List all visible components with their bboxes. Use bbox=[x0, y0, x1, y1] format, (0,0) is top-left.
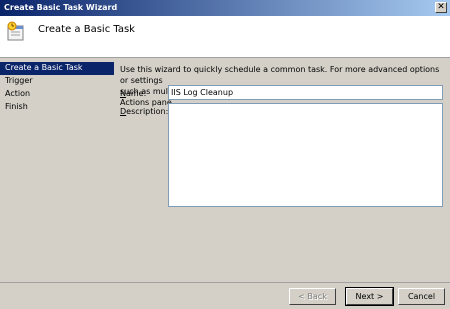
page-heading: Create a Basic Task bbox=[38, 24, 135, 35]
close-icon: ✕ bbox=[437, 2, 445, 12]
cancel-button[interactable]: Cancel bbox=[398, 288, 445, 305]
name-label: Name: bbox=[120, 89, 146, 98]
close-button[interactable]: ✕ bbox=[435, 2, 447, 13]
step-finish[interactable]: Finish bbox=[0, 101, 114, 114]
step-trigger[interactable]: Trigger bbox=[0, 75, 114, 88]
next-button[interactable]: Next > bbox=[345, 287, 394, 306]
description-label: Description: bbox=[120, 107, 168, 116]
back-button[interactable]: < Back bbox=[289, 288, 336, 305]
step-action[interactable]: Action bbox=[0, 88, 114, 101]
window-title: Create Basic Task Wizard bbox=[4, 3, 118, 12]
name-input[interactable] bbox=[168, 85, 443, 100]
description-textarea[interactable] bbox=[168, 103, 443, 207]
wizard-steps: Create a Basic Task Trigger Action Finis… bbox=[0, 62, 114, 114]
description-label-text: escription: bbox=[126, 107, 169, 116]
task-clock-icon bbox=[6, 21, 28, 43]
wizard-header: Create a Basic Task bbox=[0, 16, 450, 58]
name-label-text: ame: bbox=[125, 89, 147, 98]
footer-divider bbox=[0, 282, 450, 283]
wizard-window: Create Basic Task Wizard ✕ Create a Basi… bbox=[0, 0, 450, 309]
step-create-basic-task[interactable]: Create a Basic Task bbox=[0, 62, 114, 75]
title-bar[interactable]: Create Basic Task Wizard ✕ bbox=[0, 0, 450, 16]
description-line: Use this wizard to quickly schedule a co… bbox=[120, 65, 440, 85]
